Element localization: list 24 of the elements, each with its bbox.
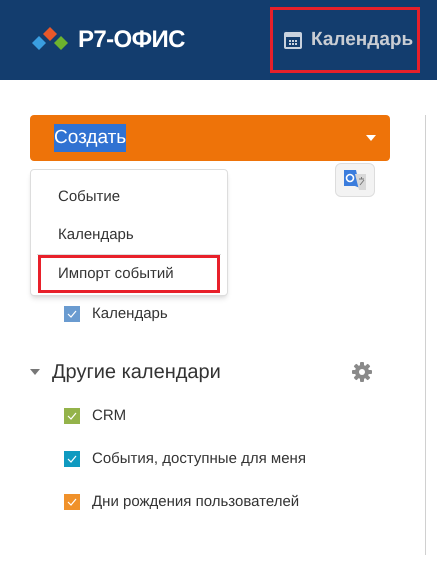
module-title[interactable]: Календарь (311, 26, 414, 54)
checkbox[interactable] (64, 494, 80, 510)
logo-text: Р7-ОФИС (78, 25, 185, 55)
translate-icon[interactable] (335, 163, 375, 197)
calendar-label: CRM (92, 406, 126, 426)
checkbox[interactable] (64, 306, 80, 322)
section-title: Другие календари (52, 360, 221, 385)
menu-item[interactable]: Событие (38, 178, 220, 216)
checkmark-icon (67, 412, 77, 420)
menu-item[interactable]: Календарь (38, 216, 220, 254)
calendar-icon (283, 30, 303, 50)
checkmark-icon (67, 455, 77, 463)
caret-icon (366, 135, 376, 141)
calendar-label: События, доступные для меня (92, 448, 306, 469)
checkbox[interactable] (64, 451, 80, 467)
checkmark-icon (67, 498, 77, 506)
calendar-label: Календарь (92, 304, 168, 324)
checkmark-icon (67, 310, 77, 318)
menu-item[interactable]: Импорт событий (38, 255, 220, 293)
settings-icon[interactable] (351, 361, 373, 383)
caret-icon[interactable] (30, 369, 40, 375)
create-button[interactable]: Создать (30, 115, 390, 161)
checkbox[interactable] (64, 408, 80, 424)
calendar-label: Дни рождения пользователей (92, 492, 300, 512)
